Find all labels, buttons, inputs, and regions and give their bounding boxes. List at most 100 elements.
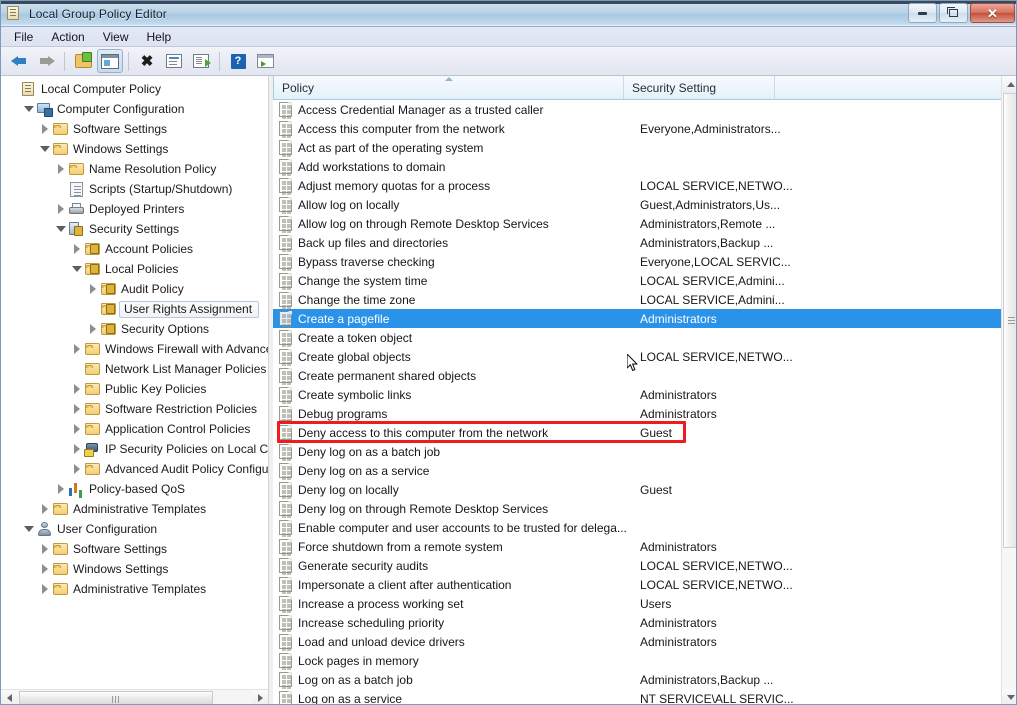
close-button[interactable]: ✕ (970, 3, 1015, 23)
expand-triangle-icon[interactable] (69, 381, 85, 397)
menu-action[interactable]: Action (42, 28, 93, 46)
table-row[interactable]: Increase scheduling priority Administrato… (273, 613, 1001, 632)
expand-triangle-icon[interactable] (37, 541, 53, 557)
collapse-triangle-icon[interactable] (21, 101, 37, 117)
tree-node-advanced-audit-policy-configuration[interactable]: Advanced Audit Policy Configuration (1, 459, 268, 479)
expand-triangle-icon[interactable] (69, 341, 85, 357)
show-hide-action-pane-button[interactable] (252, 49, 278, 73)
table-row[interactable]: Debug programs Administrators (273, 404, 1001, 423)
table-row[interactable]: Deny log on locally Guest (273, 480, 1001, 499)
column-header-policy[interactable]: Policy (273, 76, 624, 99)
scroll-up-arrow-icon[interactable] (1002, 76, 1016, 93)
table-row[interactable]: Act as part of the operating system (273, 138, 1001, 157)
tree-node-public-key-policies[interactable]: Public Key Policies (1, 379, 268, 399)
collapse-triangle-icon[interactable] (69, 261, 85, 277)
tree-node-user-rights-assignment[interactable]: User Rights Assignment (1, 299, 268, 319)
table-row[interactable]: Generate security audits LOCAL SERVICE,NE… (273, 556, 1001, 575)
help-button[interactable]: ? (225, 49, 251, 73)
table-row[interactable]: Create global objects LOCAL SERVICE,NETWO… (273, 347, 1001, 366)
table-row[interactable]: Create a pagefile Administrators (273, 309, 1001, 328)
tree-node-ip-security-policies-on-local-computer[interactable]: IP Security Policies on Local Computer (1, 439, 268, 459)
maximize-button[interactable] (939, 3, 968, 23)
expand-triangle-icon[interactable] (69, 241, 85, 257)
table-row[interactable]: Access this computer from the network Eve… (273, 119, 1001, 138)
tree-node-account-policies[interactable]: Account Policies (1, 239, 268, 259)
delete-button[interactable]: ✖ (134, 49, 160, 73)
expand-triangle-icon[interactable] (69, 421, 85, 437)
expand-triangle-icon[interactable] (69, 401, 85, 417)
tree-node-software-settings[interactable]: Software Settings (1, 119, 268, 139)
table-row[interactable]: Access Credential Manager as a trusted c… (273, 100, 1001, 119)
menu-file[interactable]: File (5, 28, 42, 46)
menu-help[interactable]: Help (138, 28, 181, 46)
scroll-right-arrow-icon[interactable] (252, 690, 268, 704)
horizontal-scroll-thumb[interactable] (19, 691, 213, 704)
table-row[interactable]: Deny access to this computer from the ne… (273, 423, 1001, 442)
expand-triangle-icon[interactable] (69, 441, 85, 457)
tree-node-deployed-printers[interactable]: Deployed Printers (1, 199, 268, 219)
tree-node-application-control-policies[interactable]: Application Control Policies (1, 419, 268, 439)
tree-node-security-settings[interactable]: Security Settings (1, 219, 268, 239)
minimize-button[interactable] (908, 3, 937, 23)
table-row[interactable]: Change the system time LOCAL SERVICE,Admi… (273, 271, 1001, 290)
list-vertical-scrollbar[interactable] (1001, 76, 1016, 704)
table-row[interactable]: Increase a process working set Users (273, 594, 1001, 613)
table-row[interactable]: Load and unload device drivers Administra… (273, 632, 1001, 651)
table-row[interactable]: Create a token object (273, 328, 1001, 347)
expand-triangle-icon[interactable] (53, 161, 69, 177)
tree-node-local-policies[interactable]: Local Policies (1, 259, 268, 279)
collapse-triangle-icon[interactable] (37, 141, 53, 157)
forward-button[interactable] (33, 49, 59, 73)
tree-node-name-resolution-policy[interactable]: Name Resolution Policy (1, 159, 268, 179)
tree-node-windows-settings[interactable]: Windows Settings (1, 559, 268, 579)
table-row[interactable]: Force shutdown from a remote system Admin… (273, 537, 1001, 556)
table-row[interactable]: Deny log on as a service (273, 461, 1001, 480)
tree-node-software-restriction-policies[interactable]: Software Restriction Policies (1, 399, 268, 419)
table-row[interactable]: Adjust memory quotas for a process LOCAL … (273, 176, 1001, 195)
table-row[interactable]: Create permanent shared objects (273, 366, 1001, 385)
tree-node-user-configuration[interactable]: User Configuration (1, 519, 268, 539)
tree-node-policy-based-qos[interactable]: Policy-based QoS (1, 479, 268, 499)
table-row[interactable]: Log on as a batch job Administrators,Back… (273, 670, 1001, 689)
tree-node-local-computer-policy[interactable]: Local Computer Policy (1, 79, 268, 99)
properties-button[interactable] (161, 49, 187, 73)
table-row[interactable]: Allow log on locally Guest,Administrators… (273, 195, 1001, 214)
expand-triangle-icon[interactable] (85, 321, 101, 337)
table-row[interactable]: Back up files and directories Administrat… (273, 233, 1001, 252)
tree-node-administrative-templates[interactable]: Administrative Templates (1, 499, 268, 519)
tree-node-software-settings[interactable]: Software Settings (1, 539, 268, 559)
column-header-empty[interactable] (775, 76, 1016, 99)
vertical-scroll-thumb[interactable] (1003, 93, 1016, 548)
tree-node-windows-firewall-with-advanced-security[interactable]: Windows Firewall with Advanced Security (1, 339, 268, 359)
tree-node-audit-policy[interactable]: Audit Policy (1, 279, 268, 299)
menu-view[interactable]: View (94, 28, 138, 46)
table-row[interactable]: Create symbolic links Administrators (273, 385, 1001, 404)
expand-triangle-icon[interactable] (53, 481, 69, 497)
tree-node-network-list-manager-policies[interactable]: Network List Manager Policies (1, 359, 268, 379)
expand-triangle-icon[interactable] (69, 461, 85, 477)
table-row[interactable]: Allow log on through Remote Desktop Serv… (273, 214, 1001, 233)
expand-triangle-icon[interactable] (53, 201, 69, 217)
table-row[interactable]: Add workstations to domain (273, 157, 1001, 176)
export-list-button[interactable] (188, 49, 214, 73)
tree-node-administrative-templates[interactable]: Administrative Templates (1, 579, 268, 599)
table-row[interactable]: Lock pages in memory (273, 651, 1001, 670)
tree-horizontal-scrollbar[interactable] (1, 689, 268, 704)
table-row[interactable]: Deny log on through Remote Desktop Servi… (273, 499, 1001, 518)
back-button[interactable] (6, 49, 32, 73)
table-row[interactable]: Bypass traverse checking Everyone,LOCAL S… (273, 252, 1001, 271)
table-row[interactable]: Enable computer and user accounts to be … (273, 518, 1001, 537)
table-row[interactable]: Change the time zone LOCAL SERVICE,Admini… (273, 290, 1001, 309)
expand-triangle-icon[interactable] (37, 581, 53, 597)
tree-node-security-options[interactable]: Security Options (1, 319, 268, 339)
tree-node-scripts-startup-shutdown[interactable]: Scripts (Startup/Shutdown) (1, 179, 268, 199)
scroll-down-arrow-icon[interactable] (1002, 689, 1016, 704)
table-row[interactable]: Impersonate a client after authenticatio… (273, 575, 1001, 594)
expand-triangle-icon[interactable] (85, 281, 101, 297)
scroll-left-arrow-icon[interactable] (1, 690, 18, 704)
column-header-security-setting[interactable]: Security Setting (624, 76, 775, 99)
expand-triangle-icon[interactable] (37, 121, 53, 137)
collapse-triangle-icon[interactable] (21, 521, 37, 537)
tree-node-windows-settings[interactable]: Windows Settings (1, 139, 268, 159)
expand-triangle-icon[interactable] (37, 501, 53, 517)
